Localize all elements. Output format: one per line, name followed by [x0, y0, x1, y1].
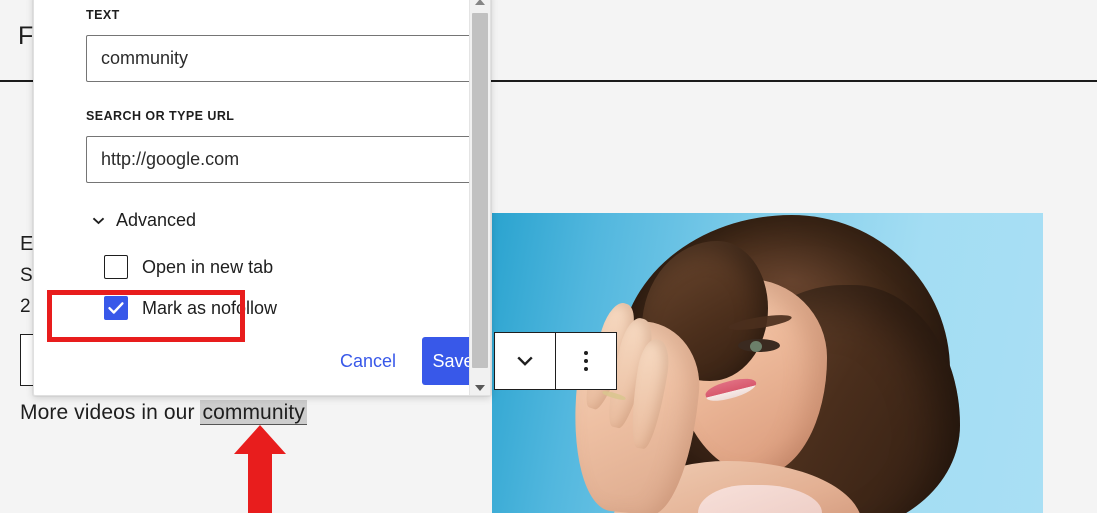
- cancel-button[interactable]: Cancel: [334, 347, 402, 376]
- link-text-input[interactable]: [86, 35, 484, 82]
- open-in-new-tab-label: Open in new tab: [142, 256, 274, 277]
- url-field-label: SEARCH OR TYPE URL: [86, 109, 235, 123]
- caret-up-icon: [475, 0, 485, 5]
- checkmark-icon: [107, 301, 124, 314]
- more-vertical-icon: [584, 351, 588, 371]
- block-toolbar[interactable]: [494, 332, 617, 390]
- link-editor-popover[interactable]: TEXT SEARCH OR TYPE URL Advanced Open in…: [33, 0, 491, 396]
- dot: [584, 359, 588, 363]
- more-options-button[interactable]: [556, 333, 616, 389]
- selected-link-text[interactable]: community: [200, 400, 307, 425]
- page-title: F: [18, 22, 34, 50]
- caption-paragraph[interactable]: More videos in our community: [20, 400, 307, 425]
- link-popover-body: TEXT SEARCH OR TYPE URL Advanced Open in…: [34, 0, 485, 395]
- background-text-fragment-2: 2: [20, 296, 31, 317]
- advanced-section-label: Advanced: [116, 210, 197, 230]
- chevron-down-icon: [517, 356, 533, 366]
- caret-down-icon: [475, 385, 485, 391]
- mark-as-nofollow-row[interactable]: Mark as nofollow: [104, 296, 277, 320]
- link-url-input[interactable]: [86, 136, 484, 183]
- open-in-new-tab-row[interactable]: Open in new tab: [104, 255, 273, 279]
- dot: [584, 367, 588, 371]
- mark-as-nofollow-label: Mark as nofollow: [142, 297, 278, 318]
- background-text-fragment-e: E: [20, 233, 34, 255]
- scrollbar-thumb[interactable]: [472, 13, 488, 368]
- background-text-fragment-s: S: [20, 265, 33, 286]
- advanced-section-toggle[interactable]: Advanced: [91, 210, 196, 231]
- mark-as-nofollow-checkbox[interactable]: [104, 296, 128, 320]
- text-field-label: TEXT: [86, 8, 120, 22]
- photo-iris: [750, 341, 762, 352]
- scrollbar-up-button[interactable]: [470, 0, 490, 11]
- scrollbar-down-button[interactable]: [470, 379, 490, 395]
- dot: [584, 351, 588, 355]
- popover-scrollbar[interactable]: [469, 0, 490, 395]
- popover-actions: Cancel Save: [334, 337, 485, 385]
- chevron-down-button[interactable]: [495, 333, 556, 389]
- chevron-down-icon: [92, 217, 105, 225]
- open-in-new-tab-checkbox[interactable]: [104, 255, 128, 279]
- caption-prefix: More videos in our: [20, 401, 201, 424]
